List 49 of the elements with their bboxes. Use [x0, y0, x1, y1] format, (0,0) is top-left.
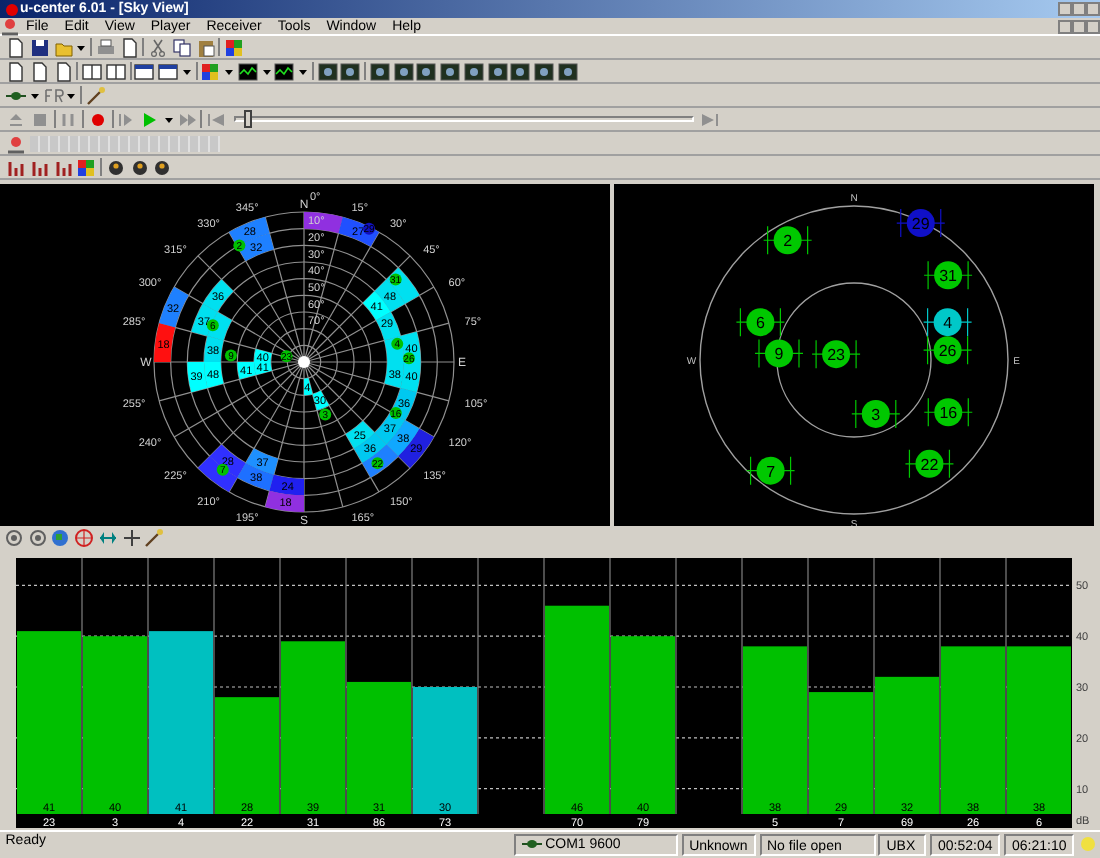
display-icon[interactable]	[440, 61, 460, 81]
new-file-icon[interactable]	[6, 37, 26, 57]
settings-icon[interactable]	[27, 528, 47, 549]
light-icon	[1078, 833, 1098, 854]
app-icon	[2, 0, 20, 19]
display-icon[interactable]	[463, 61, 484, 81]
color-grid-icon[interactable]	[76, 157, 97, 177]
paste-icon[interactable]	[195, 37, 215, 57]
copy-icon[interactable]	[171, 37, 192, 57]
cut-icon[interactable]	[148, 37, 168, 57]
print-icon[interactable]	[95, 37, 116, 57]
bar-chart-icon[interactable]	[6, 157, 26, 177]
skip-start-icon[interactable]	[206, 109, 226, 129]
center-dot	[298, 355, 310, 368]
move-icon[interactable]	[121, 528, 141, 549]
window-icon[interactable]	[82, 61, 102, 81]
print-preview-icon[interactable]	[119, 37, 139, 57]
ball-icon[interactable]	[129, 157, 149, 177]
display-icon[interactable]	[487, 61, 507, 81]
ball-icon[interactable]	[152, 157, 173, 177]
scope-icon[interactable]	[237, 61, 258, 81]
scope-icon[interactable]	[274, 61, 295, 81]
save-icon[interactable]	[29, 37, 50, 57]
zoom-icon[interactable]	[3, 528, 24, 549]
target-icon[interactable]	[74, 528, 94, 549]
signal-cell	[304, 211, 343, 233]
display-icon[interactable]	[393, 61, 413, 81]
display-icon[interactable]	[416, 61, 437, 81]
wand-icon[interactable]	[144, 528, 165, 549]
wand-icon[interactable]	[85, 85, 106, 105]
window-icon[interactable]	[134, 61, 155, 81]
slider-thumb[interactable]	[244, 110, 253, 128]
window-icon[interactable]	[158, 61, 178, 81]
bar-chart-icon[interactable]	[53, 157, 73, 177]
globe-icon[interactable]	[50, 528, 71, 549]
record-icon[interactable]	[87, 109, 108, 129]
display-icon[interactable]	[557, 61, 578, 81]
display-icon[interactable]	[340, 61, 361, 81]
display-icon[interactable]	[317, 61, 337, 81]
display-icon[interactable]	[510, 61, 531, 81]
bar-chart-icon[interactable]	[29, 157, 50, 177]
ball-icon[interactable]	[105, 157, 126, 177]
color-grid-icon[interactable]	[200, 61, 221, 81]
arrow-icon[interactable]	[97, 528, 118, 549]
window-icon[interactable]	[105, 61, 126, 81]
display-icon[interactable]	[534, 61, 554, 81]
alarm-icon[interactable]	[6, 133, 26, 153]
color-grid-icon[interactable]	[224, 37, 244, 57]
display-icon[interactable]	[369, 61, 390, 81]
